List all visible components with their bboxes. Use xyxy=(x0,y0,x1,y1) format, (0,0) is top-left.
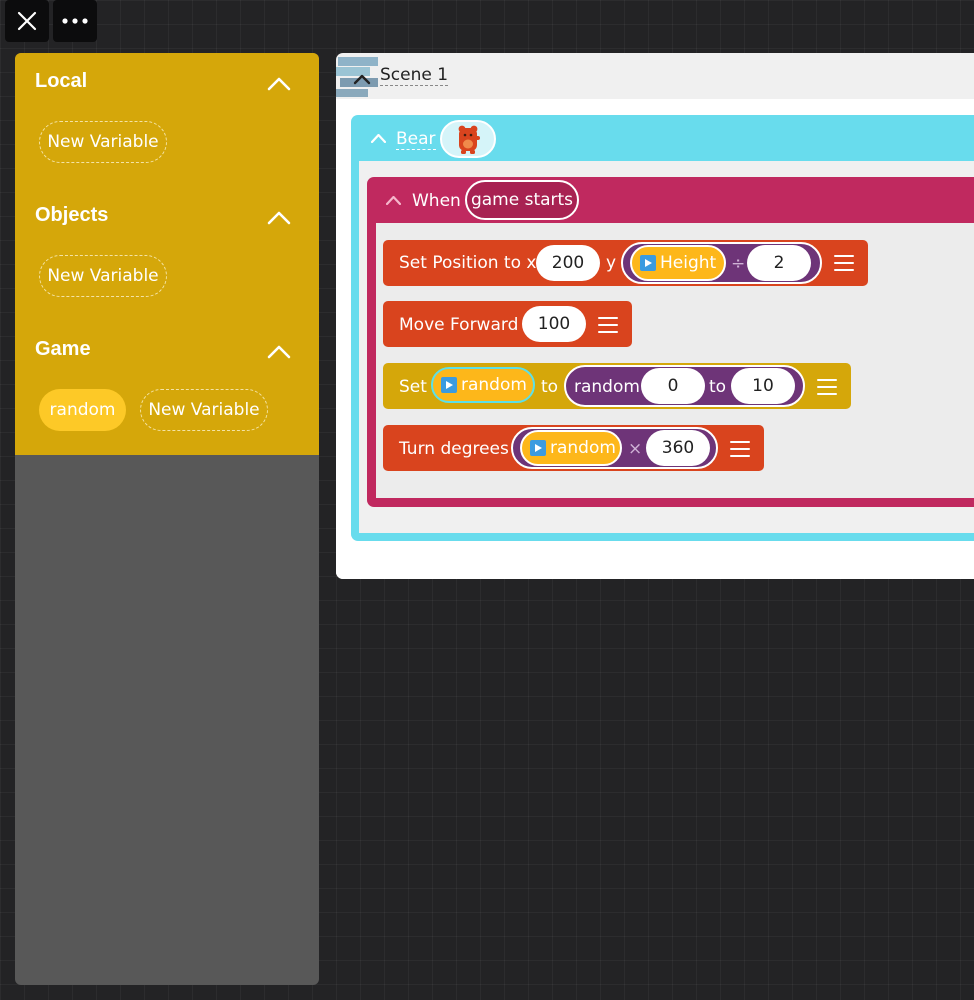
variables-panel-sections: Local New Variable Objects New Variable … xyxy=(15,53,319,455)
more-icon xyxy=(62,18,88,24)
section-title-local: Local xyxy=(35,70,88,92)
action-menu-icon[interactable] xyxy=(817,379,837,395)
collapse-objects-chevron-icon[interactable] xyxy=(267,211,291,225)
action-move-forward[interactable]: Move Forward 100 xyxy=(383,301,632,347)
set-position-label: Set Position to x xyxy=(399,253,537,273)
random-min-input[interactable]: 0 xyxy=(641,368,705,404)
section-title-objects: Objects xyxy=(35,204,109,226)
play-icon xyxy=(530,440,546,456)
action-set-variable[interactable]: Set random to random 0 to 10 xyxy=(383,363,851,409)
new-variable-objects-button[interactable]: New Variable xyxy=(39,255,167,297)
random-function-expression[interactable]: random 0 to 10 xyxy=(564,365,805,407)
variables-panel: Local New Variable Objects New Variable … xyxy=(15,53,319,985)
random-range-to-label: to xyxy=(709,377,727,397)
play-icon xyxy=(640,255,656,271)
variable-random-chip[interactable]: random xyxy=(39,389,126,431)
position-x-input[interactable]: 200 xyxy=(536,245,600,281)
scene-header: Scene 1 xyxy=(336,53,974,99)
random-max-input[interactable]: 10 xyxy=(731,368,795,404)
multiply-operator: × xyxy=(628,439,643,459)
object-name[interactable]: Bear xyxy=(396,129,436,150)
move-forward-label: Move Forward xyxy=(399,315,519,335)
event-trigger-pill[interactable]: game starts xyxy=(465,180,579,220)
divide-operator: ÷ xyxy=(731,254,746,274)
random-variable-label: random xyxy=(550,438,616,458)
multiplier-input[interactable]: 360 xyxy=(646,430,710,466)
random-target-label: random xyxy=(461,375,527,395)
action-menu-icon[interactable] xyxy=(598,317,618,333)
position-y-expression[interactable]: Height ÷ 2 xyxy=(621,242,822,284)
collapse-rule-chevron-icon[interactable] xyxy=(386,196,401,205)
collapse-object-chevron-icon[interactable] xyxy=(371,134,386,143)
new-variable-game-button[interactable]: New Variable xyxy=(140,389,268,431)
more-options-button[interactable] xyxy=(53,0,97,42)
move-forward-input[interactable]: 100 xyxy=(522,306,586,342)
random-target-pill[interactable]: random xyxy=(431,367,535,403)
section-title-game: Game xyxy=(35,338,91,360)
scene-title[interactable]: Scene 1 xyxy=(380,65,449,86)
new-variable-local-button[interactable]: New Variable xyxy=(39,121,167,163)
action-turn-degrees[interactable]: Turn degrees random × 360 xyxy=(383,425,764,471)
random-variable-pill[interactable]: random xyxy=(520,430,622,466)
turn-degrees-expression[interactable]: random × 360 xyxy=(511,427,718,469)
action-set-position[interactable]: Set Position to x 200 y Height ÷ 2 xyxy=(383,240,868,286)
random-function-label: random xyxy=(574,377,640,397)
close-button[interactable] xyxy=(5,0,49,42)
object-avatar[interactable] xyxy=(440,120,496,158)
divisor-input[interactable]: 2 xyxy=(747,245,811,281)
collapse-game-chevron-icon[interactable] xyxy=(267,345,291,359)
height-variable-pill[interactable]: Height xyxy=(630,245,726,281)
scene-stack-icon[interactable] xyxy=(336,55,380,99)
position-y-label: y xyxy=(606,253,617,273)
turn-degrees-label: Turn degrees xyxy=(399,439,509,459)
play-icon xyxy=(441,377,457,393)
height-variable-label: Height xyxy=(660,253,717,273)
bear-icon xyxy=(458,125,480,154)
set-to-label: to xyxy=(541,377,559,397)
action-menu-icon[interactable] xyxy=(834,255,854,271)
close-icon xyxy=(17,11,37,31)
action-menu-icon[interactable] xyxy=(730,441,750,457)
set-label: Set xyxy=(399,377,427,397)
collapse-local-chevron-icon[interactable] xyxy=(267,77,291,91)
rule-when-label: When xyxy=(412,191,461,211)
